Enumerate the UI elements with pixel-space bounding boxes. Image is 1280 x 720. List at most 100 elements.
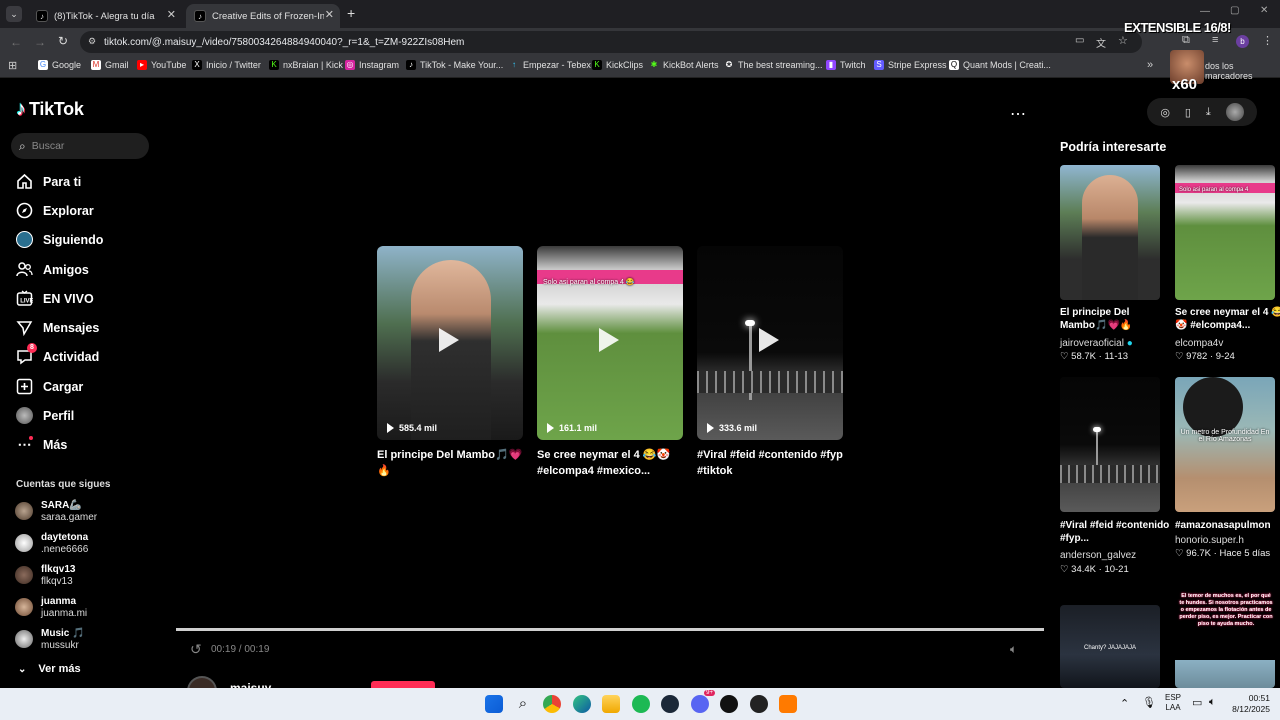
coins-icon[interactable]: ◎: [1160, 106, 1170, 119]
suggested-title[interactable]: #amazonasapulmon: [1175, 519, 1280, 532]
tiktok-logo[interactable]: ♪ TikTok: [16, 98, 84, 121]
bookmark-item[interactable]: ✪ The best streaming...: [724, 60, 823, 70]
suggested-user[interactable]: honorio.super.h: [1175, 535, 1244, 546]
view-count: 585.4 mil: [387, 423, 437, 433]
suggested-video-thumb[interactable]: Un metro de Profundidad En el Río Amazon…: [1175, 377, 1275, 512]
warning-app-icon[interactable]: [779, 695, 797, 713]
suggested-video-thumb[interactable]: Solo asi paran al compa 4: [1175, 165, 1275, 300]
url-field[interactable]: ⚙ tiktok.com/@.maisuy_/video/75800342648…: [80, 31, 1142, 53]
apps-grid-icon[interactable]: ⊞: [8, 59, 17, 72]
bookmark-item[interactable]: ↑ Empezar - Tebex: [509, 60, 591, 70]
video-card[interactable]: Solo asi paran al compa 4 😂 161.1 mil: [537, 246, 683, 440]
clock[interactable]: 00:51 8/12/2025: [1228, 693, 1270, 715]
bookmark-item[interactable]: S Stripe Express: [874, 60, 947, 70]
app-icon[interactable]: [720, 695, 738, 713]
nav-amigos[interactable]: Amigos: [16, 261, 89, 278]
tab-tiktok[interactable]: ♪ (8)TikTok - Alegra tu día ✕: [28, 4, 182, 28]
bookmark-item[interactable]: ▸ YouTube: [137, 60, 186, 70]
minimize-icon[interactable]: —: [1200, 6, 1210, 17]
language-indicator[interactable]: ESP LAA: [1165, 693, 1181, 713]
new-tab-button[interactable]: +: [347, 5, 355, 21]
video-card[interactable]: 333.6 mil: [697, 246, 843, 440]
suggested-title[interactable]: #Viral #feid #contenido #fyp...: [1060, 519, 1170, 545]
bookmark-item[interactable]: M Gmail: [91, 60, 129, 70]
account-item[interactable]: flkqv13 flkqv13: [15, 564, 75, 588]
network-icon[interactable]: ▭: [1192, 696, 1202, 709]
tab-active[interactable]: ♪ Creative Edits of Frozen-Inspire ✕: [186, 4, 340, 28]
suggested-title[interactable]: El principe Del Mambo🎵💗🔥: [1060, 306, 1170, 332]
reload-icon[interactable]: ↻: [58, 34, 68, 48]
obs-icon[interactable]: [750, 695, 768, 713]
translate-icon[interactable]: 文: [1096, 35, 1106, 50]
edge-icon[interactable]: [573, 695, 591, 713]
nav-en-vivo[interactable]: LIVE EN VIVO: [16, 290, 94, 307]
microphone-icon[interactable]: 🎙︎: [1142, 696, 1156, 709]
nav-mensajes[interactable]: Mensajes: [16, 319, 99, 336]
speaker-icon[interactable]: 🔈︎: [1209, 696, 1216, 709]
tray-chevron-icon[interactable]: ⌃: [1120, 697, 1129, 710]
search-icon[interactable]: ⌕: [514, 695, 532, 713]
suggested-video-thumb[interactable]: Chanty? JAJAJAJA: [1060, 605, 1160, 688]
account-item[interactable]: daytetona .nene6666: [15, 532, 88, 556]
phone-icon[interactable]: ▯: [1185, 106, 1191, 119]
suggested-user[interactable]: anderson_galvez: [1060, 550, 1136, 561]
nav-para-ti[interactable]: Para ti: [16, 173, 81, 190]
bookmark-item[interactable]: ◎ Instagram: [345, 60, 399, 70]
suggested-title[interactable]: Se cree neymar el 4 😂🤡 #elcompa4...: [1175, 306, 1280, 332]
search-input[interactable]: ⌕ Buscar: [11, 133, 149, 159]
profile-avatar[interactable]: b: [1236, 35, 1249, 48]
bookmark-item[interactable]: KnxBraian | Kick: [269, 60, 343, 70]
bookmark-item[interactable]: ✱ KickBot Alerts: [649, 60, 719, 70]
account-item[interactable]: juanma juanma.mi: [15, 596, 87, 620]
nav-siguiendo[interactable]: Siguiendo: [16, 231, 103, 248]
suggested-user[interactable]: jairoveraoficial ●: [1060, 338, 1133, 349]
discord-icon[interactable]: 9+: [691, 690, 715, 713]
bookmark-item[interactable]: X Inicio / Twitter: [192, 60, 261, 70]
steam-icon[interactable]: [661, 695, 679, 713]
video-caption[interactable]: El principe Del Mambo🎵💗🔥: [377, 447, 527, 479]
close-tab-icon[interactable]: ✕: [167, 8, 176, 21]
video-caption[interactable]: Se cree neymar el 4 😂🤡 #elcompa4 #mexico…: [537, 447, 687, 479]
replay-icon[interactable]: ↺: [190, 641, 202, 658]
menu-dots-icon[interactable]: ⋮: [1262, 34, 1273, 47]
bookmark-item[interactable]: ▮ Twitch: [826, 60, 866, 70]
tab-search-button[interactable]: ⌄: [6, 6, 22, 22]
video-caption[interactable]: #Viral #feid #contenido #fyp #tiktok: [697, 447, 847, 479]
more-options-icon[interactable]: ⋯: [1010, 104, 1026, 124]
stream-overlay: EXTENSIBLE 16/8! x60: [1122, 20, 1232, 96]
back-icon[interactable]: ←: [10, 35, 22, 49]
chrome-icon[interactable]: [543, 695, 561, 713]
bookmark-item[interactable]: Q Quant Mods | Creati...: [949, 60, 1051, 70]
nav-cargar[interactable]: Cargar: [16, 378, 83, 395]
user-avatar[interactable]: [1225, 103, 1244, 121]
nav-explorar[interactable]: Explorar: [16, 202, 94, 219]
video-progress-bar[interactable]: [176, 628, 1044, 631]
download-icon[interactable]: ⤓: [1206, 106, 1211, 119]
maximize-icon[interactable]: ▢: [1230, 5, 1239, 16]
spotify-icon[interactable]: [632, 695, 650, 713]
suggested-user[interactable]: elcompa4v: [1175, 338, 1223, 349]
bookmark-item[interactable]: ♪ TikTok - Make Your...: [406, 60, 503, 70]
windows-start-icon[interactable]: [485, 695, 503, 713]
tiktok-favicon-icon: ♪: [194, 10, 206, 22]
bookmark-item[interactable]: K KickClips: [592, 60, 643, 70]
forward-icon[interactable]: →: [34, 35, 46, 49]
close-tab-icon[interactable]: ✕: [325, 8, 334, 21]
nav-perfil[interactable]: Perfil: [16, 407, 74, 424]
close-window-icon[interactable]: ✕: [1260, 5, 1268, 16]
nav-mas[interactable]: ⋯ Más: [16, 436, 67, 453]
file-explorer-icon[interactable]: [602, 695, 620, 713]
suggested-video-thumb[interactable]: [1060, 377, 1160, 512]
nav-actividad[interactable]: 8 Actividad: [16, 343, 99, 365]
account-item[interactable]: SARA🦾 saraa.gamer: [15, 500, 97, 524]
bookmark-item[interactable]: G Google: [38, 60, 81, 70]
cast-icon[interactable]: ▭: [1075, 35, 1084, 46]
volume-icon[interactable]: 🔈︎: [1010, 642, 1017, 657]
account-item[interactable]: Music 🎵 mussukr: [15, 628, 85, 652]
stripe-icon: S: [874, 60, 884, 70]
suggested-video-thumb[interactable]: El temor de muchos es, el por qué te hun…: [1175, 590, 1275, 688]
suggested-video-thumb[interactable]: [1060, 165, 1160, 300]
video-card[interactable]: 585.4 mil: [377, 246, 523, 440]
site-info-icon[interactable]: ⚙: [88, 36, 96, 47]
see-more-link[interactable]: ⌄ Ver más: [18, 663, 81, 675]
